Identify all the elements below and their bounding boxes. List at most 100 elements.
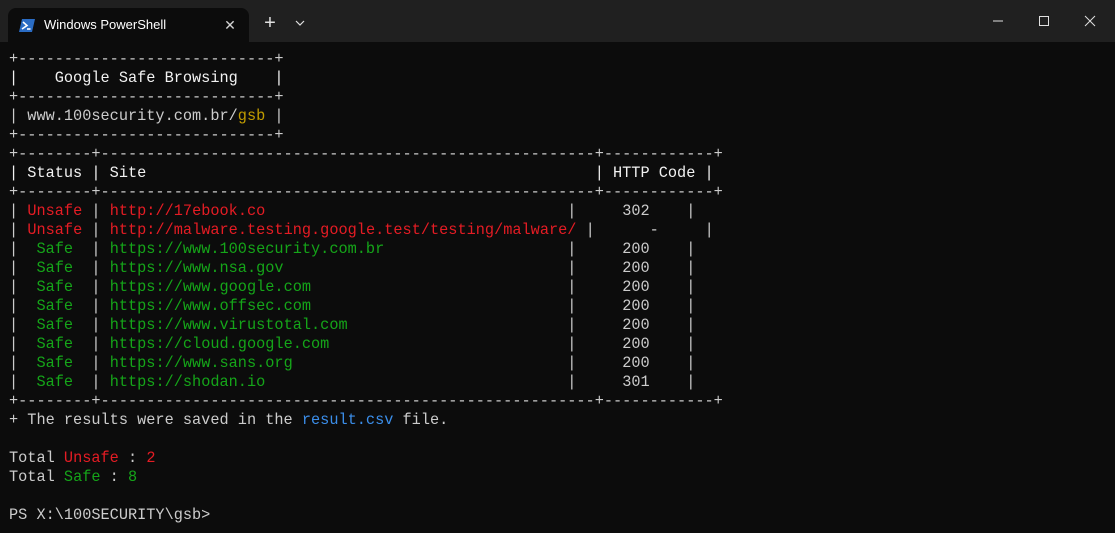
row-site: https://cloud.google.com [109,335,559,353]
row-separator: | [558,373,586,391]
row-status: Safe [36,335,74,353]
row-http-code: 200 | [585,278,696,296]
chevron-down-icon[interactable] [290,12,310,34]
row-separator: | [73,240,110,258]
row-status: Safe [36,297,74,315]
table-row: | Safe | https://www.virustotal.com | 20… [9,316,695,335]
row-site: https://www.virustotal.com [109,316,559,334]
close-icon [1084,15,1096,27]
row-separator: | [73,297,110,315]
total-safe-sep: : [100,468,128,486]
total-unsafe-word: Unsafe [63,449,119,467]
row-status: Safe [36,240,74,258]
row-separator: | [82,202,110,220]
row-status: Safe [36,259,74,277]
saved-suffix: file. [393,411,449,429]
row-separator: | [558,259,586,277]
row-site: https://www.google.com [109,278,559,296]
table-row: | Safe | https://shodan.io | 301 | [9,373,695,392]
row-separator: | [73,278,110,296]
row-separator: | [73,316,110,334]
row-status: Safe [36,354,74,372]
banner-border-mid: +----------------------------+ [9,88,284,106]
row-separator: | [73,259,110,277]
terminal-output[interactable]: +----------------------------+ | Google … [0,42,1115,533]
table-border-top: +--------+------------------------------… [9,145,723,163]
tab-title: Windows PowerShell [44,17,167,32]
row-site: http://17ebook.co [109,202,559,220]
table-row: | Safe | https://cloud.google.com | 200 … [9,335,695,354]
table-row: | Unsafe | http://malware.testing.google… [9,221,714,240]
terminal-window: Windows PowerShell ✕ + +----------------… [0,0,1115,533]
total-unsafe-line: Total Unsafe : 2 [9,449,155,468]
table-row: | Safe | https://www.100security.com.br … [9,240,695,259]
total-unsafe-count: 2 [146,449,156,467]
row-separator: | [558,278,586,296]
table-row: | Safe | https://www.offsec.com | 200 | [9,297,695,316]
tab-windows-powershell[interactable]: Windows PowerShell ✕ [8,8,249,42]
banner-title: | Google Safe Browsing | [9,69,284,87]
row-separator: | [73,335,110,353]
row-http-code: 200 | [585,259,696,277]
banner-url-highlight: gsb [237,107,266,125]
row-separator: | [576,221,604,239]
total-unsafe-sep: : [118,449,147,467]
row-status: Safe [36,373,74,391]
table-row: | Unsafe | http://17ebook.co | 302 | [9,202,695,221]
row-site: https://www.100security.com.br [109,240,559,258]
banner-url-prefix: | www.100security.com.br/ [9,107,238,125]
maximize-button[interactable] [1021,0,1067,42]
row-site: https://shodan.io [109,373,559,391]
banner-border-top: +----------------------------+ [9,50,284,68]
table-border-bottom: +--------+------------------------------… [9,392,723,410]
saved-message: + The results were saved in the result.c… [9,411,448,430]
row-status: Safe [36,316,74,334]
maximize-icon [1039,16,1049,26]
minimize-button[interactable] [975,0,1021,42]
new-tab-button[interactable]: + [258,11,282,35]
row-site: https://www.sans.org [109,354,559,372]
minimize-icon [993,20,1003,22]
dropdown-chevron-svg [295,20,305,26]
row-http-code: - | [603,221,714,239]
row-separator: | [73,354,110,372]
total-safe-label: Total [9,468,64,486]
row-separator: | [558,297,586,315]
table-border-header: +--------+------------------------------… [9,183,723,201]
row-border-left: | [9,240,37,258]
command-prompt[interactable]: PS X:\100SECURITY\gsb> [9,506,210,525]
row-border-left: | [9,221,28,239]
total-safe-line: Total Safe : 8 [9,468,137,487]
tab-close-icon[interactable]: ✕ [221,16,239,34]
row-separator: | [558,354,586,372]
row-separator: | [82,221,110,239]
saved-prefix: + The results were saved in the [9,411,302,429]
total-safe-count: 8 [128,468,138,486]
table-row: | Safe | https://www.sans.org | 200 | [9,354,695,373]
total-safe-word: Safe [63,468,101,486]
row-site: https://www.nsa.gov [109,259,559,277]
row-border-left: | [9,278,37,296]
row-status: Safe [36,278,74,296]
row-separator: | [558,335,586,353]
banner-url-suffix: | [265,107,284,125]
row-border-left: | [9,335,37,353]
row-separator: | [73,373,110,391]
close-button[interactable] [1067,0,1113,42]
row-site: http://malware.testing.google.test/testi… [109,221,577,239]
row-border-left: | [9,316,37,334]
row-http-code: 200 | [585,335,696,353]
table-row: | Safe | https://www.google.com | 200 | [9,278,695,297]
title-bar[interactable]: Windows PowerShell ✕ + [0,0,1115,42]
row-status: Unsafe [27,202,83,220]
row-separator: | [558,240,586,258]
banner-url-line: | www.100security.com.br/gsb | [9,107,284,126]
row-http-code: 301 | [585,373,696,391]
banner-border-bottom: +----------------------------+ [9,126,284,144]
row-http-code: 200 | [585,354,696,372]
row-status: Unsafe [27,221,83,239]
row-separator: | [558,202,586,220]
row-border-left: | [9,259,37,277]
table-row: | Safe | https://www.nsa.gov | 200 | [9,259,695,278]
row-border-left: | [9,354,37,372]
